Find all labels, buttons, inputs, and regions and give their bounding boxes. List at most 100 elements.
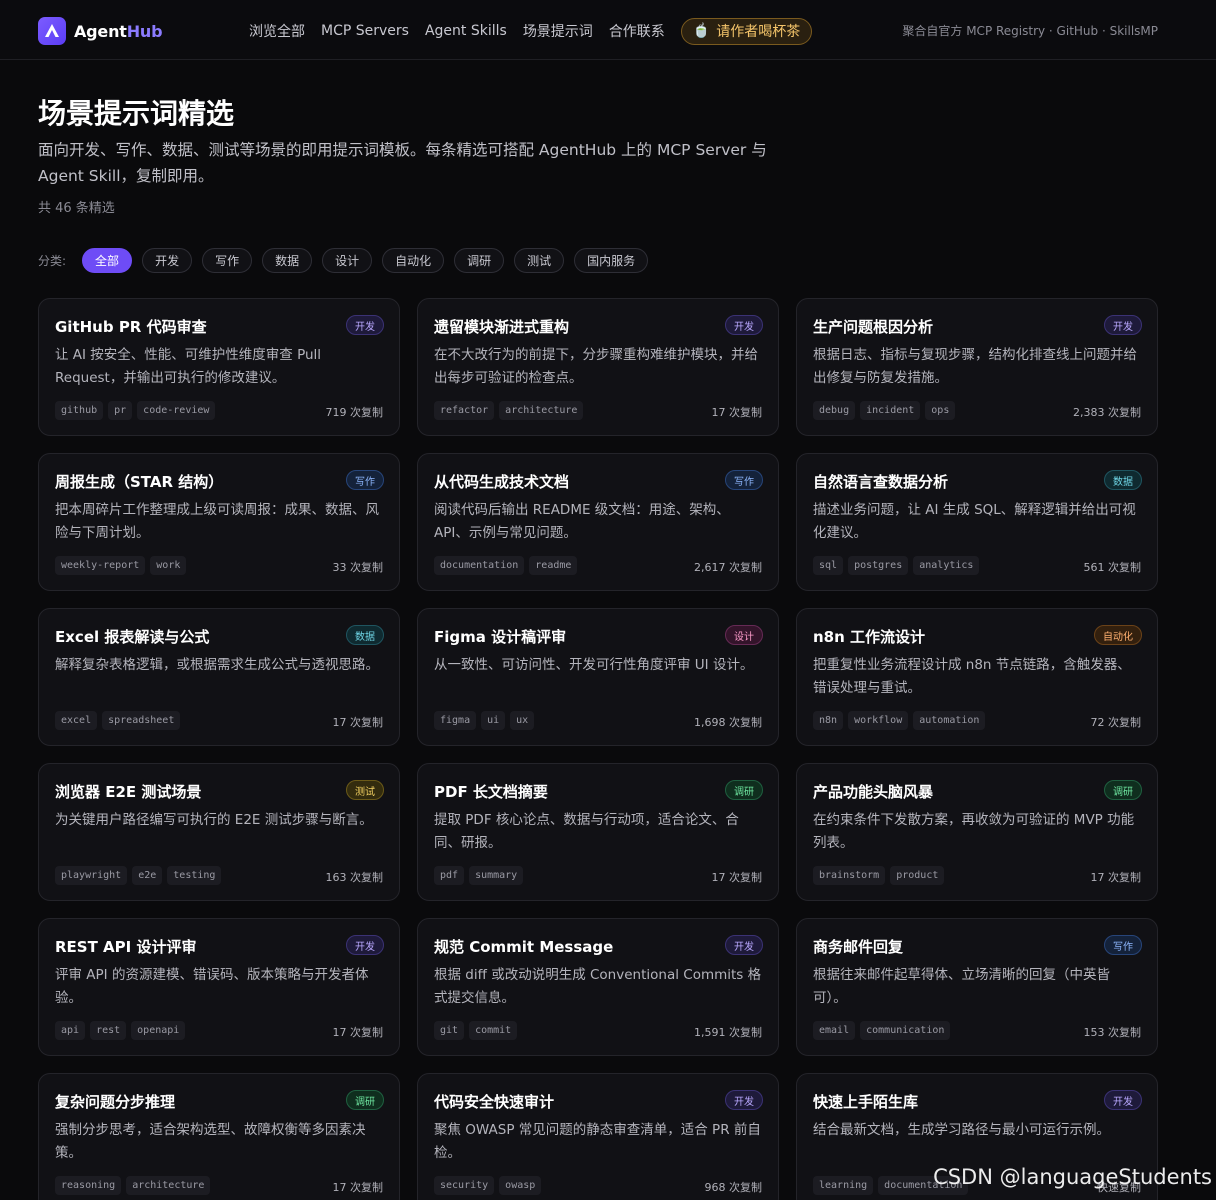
filter-chip[interactable]: 测试 [514, 248, 565, 273]
tag-list: email communication [813, 1021, 951, 1040]
prompt-card[interactable]: n8n 工作流设计 自动化 把重复性业务流程设计成 n8n 节点链路，含触发器、错误… [796, 608, 1158, 746]
tag[interactable]: workflow [848, 711, 909, 730]
tag[interactable]: commit [469, 1021, 518, 1040]
category-badge: 开发 [725, 315, 763, 335]
nav-mcp-servers[interactable]: MCP Servers [321, 23, 409, 39]
tag[interactable]: openapi [131, 1021, 186, 1040]
nav-scenario-prompts[interactable]: 场景提示词 [523, 21, 593, 41]
tag[interactable]: api [55, 1021, 86, 1040]
tag[interactable]: pdf [434, 866, 465, 885]
prompt-card[interactable]: GitHub PR 代码审查 开发让 AI 按安全、性能、可维护性维度审查 Pul… [38, 298, 400, 436]
prompt-card[interactable]: 规范 Commit Message 开发 根据 diff 或改动说明生成 Conve… [417, 918, 779, 1056]
tag[interactable]: ops [925, 401, 956, 420]
prompt-card[interactable]: 生产问题根因分析 开发 根据日志、指标与复现步骤，结构化排查线上问题并给出修复与防复… [796, 298, 1158, 436]
filter-chip[interactable]: 全部 [82, 248, 133, 273]
category-badge: 开发 [1104, 1090, 1142, 1110]
card-title: 自然语言查数据分析 [813, 473, 949, 491]
tag[interactable]: refactor [434, 401, 495, 420]
filter-chip[interactable]: 调研 [454, 248, 505, 273]
tag[interactable]: email [813, 1021, 856, 1040]
tag[interactable]: figma [434, 711, 477, 730]
tag[interactable]: excel [55, 711, 98, 730]
tag[interactable]: weekly-report [55, 556, 146, 575]
prompt-card[interactable]: 代码安全快速审计 开发 聚焦 OWASP 常见问题的静态审查清单，适合 PR 前自检… [417, 1073, 779, 1200]
prompt-card[interactable]: 复杂问题分步推理 调研 强制分步思考，适合架构选型、故障权衡等多因素决策。 reaso… [38, 1073, 400, 1200]
card-description: 解释复杂表格逻辑，或根据需求生成公式与透视思路。 [55, 657, 379, 673]
tag[interactable]: ui [481, 711, 506, 730]
card-title: 代码安全快速审计 [434, 1093, 555, 1111]
filter-chip[interactable]: 设计 [322, 248, 373, 273]
tag-list: debug incident ops [813, 401, 956, 420]
tag[interactable]: pr [108, 401, 133, 420]
card-description: 从一致性、可访问性、开发可行性角度评审 UI 设计。 [434, 657, 754, 673]
prompt-card[interactable]: 周报生成（STAR 结构） 写作 把本周碎片工作整理成上级可读周报：成果、数据、风险… [38, 453, 400, 591]
filter-chip[interactable]: 写作 [202, 248, 253, 273]
tag[interactable]: brainstorm [813, 866, 886, 885]
tag[interactable]: analytics [913, 556, 980, 575]
filter-chip[interactable]: 国内服务 [574, 248, 649, 273]
copy-count: 17 次复制 [332, 1181, 384, 1194]
prompt-card[interactable]: 遗留模块渐进式重构 开发 在不大改行为的前提下，分步骤重构难维护模块，并给出每步可验… [417, 298, 779, 436]
logo-text: AgentHub [74, 21, 163, 41]
tag[interactable]: automation [913, 711, 986, 730]
tag[interactable]: summary [469, 866, 524, 885]
tag[interactable]: documentation [434, 556, 525, 575]
tag-list: n8n workflow automation [813, 711, 986, 730]
tag[interactable]: architecture [499, 401, 584, 420]
tag[interactable]: testing [167, 866, 222, 885]
prompt-card[interactable]: 浏览器 E2E 测试场景 测试 为关键用户路径编写可执行的 E2E 测试步骤与断言。… [38, 763, 400, 901]
tag[interactable]: code-review [137, 401, 216, 420]
copy-count: 561 次复制 [1083, 561, 1142, 574]
tag[interactable]: product [890, 866, 945, 885]
prompt-card[interactable]: PDF 长文档摘要 调研 提取 PDF 核心论点、数据与行动项，适合论文、合同、研报… [417, 763, 779, 901]
tag-list: github pr code-review [55, 401, 216, 420]
copy-count: 1,591 次复制 [694, 1026, 762, 1039]
tag[interactable]: architecture [126, 1176, 211, 1195]
tag[interactable]: spreadsheet [102, 711, 181, 730]
tea-cup-icon: 🍵 [692, 23, 711, 39]
logo[interactable]: AgentHub [38, 17, 163, 45]
prompt-card[interactable]: Excel 报表解读与公式 数据 解释复杂表格逻辑，或根据需求生成公式与透视思路。 e… [38, 608, 400, 746]
tag[interactable]: e2e [132, 866, 163, 885]
prompt-grid: GitHub PR 代码审查 开发让 AI 按安全、性能、可维护性维度审查 Pul… [38, 298, 1158, 1200]
category-badge: 写作 [1104, 935, 1142, 955]
nav-agent-skills[interactable]: Agent Skills [425, 23, 507, 39]
category-badge: 数据 [346, 625, 384, 645]
prompt-card[interactable]: 商务邮件回复 写作 根据往来邮件起草得体、立场清晰的回复（中英皆可）。 email co… [796, 918, 1158, 1056]
tag[interactable]: communication [860, 1021, 951, 1040]
filter-chip[interactable]: 数据 [262, 248, 313, 273]
prompt-card[interactable]: 自然语言查数据分析 数据 描述业务问题，让 AI 生成 SQL、解释逻辑并给出可视化… [796, 453, 1158, 591]
tag[interactable]: reasoning [55, 1176, 122, 1195]
tag[interactable]: ux [510, 711, 535, 730]
prompt-card[interactable]: 产品功能头脑风暴 调研 在约束条件下发散方案，再收敛为可验证的 MVP 功能列表。 b… [796, 763, 1158, 901]
card-description: 提取 PDF 核心论点、数据与行动项，适合论文、合同、研报。 [434, 812, 739, 851]
prompt-card[interactable]: Figma 设计稿评审 设计 从一致性、可访问性、开发可行性角度评审 UI 设计。 f… [417, 608, 779, 746]
card-description: 根据往来邮件起草得体、立场清晰的回复（中英皆可）。 [813, 967, 1110, 1006]
tag[interactable]: playwright [55, 866, 128, 885]
prompt-card[interactable]: 从代码生成技术文档 写作 阅读代码后输出 README 级文档：用途、架构、API、… [417, 453, 779, 591]
card-title: 复杂问题分步推理 [55, 1093, 176, 1111]
copy-count: 33 次复制 [332, 561, 384, 574]
nav-contact[interactable]: 合作联系 [609, 21, 665, 41]
nav-browse-all[interactable]: 浏览全部 [249, 21, 305, 41]
tag[interactable]: readme [529, 556, 578, 575]
tag[interactable]: owasp [499, 1176, 542, 1195]
tag[interactable]: sql [813, 556, 844, 575]
tag-list: brainstorm product [813, 866, 945, 885]
tag[interactable]: debug [813, 401, 856, 420]
tag[interactable]: security [434, 1176, 495, 1195]
filter-chip[interactable]: 自动化 [382, 248, 445, 273]
tag[interactable]: git [434, 1021, 465, 1040]
prompt-card[interactable]: REST API 设计评审 开发 评审 API 的资源建模、错误码、版本策略与开发者… [38, 918, 400, 1056]
tag[interactable]: n8n [813, 711, 844, 730]
filter-chip[interactable]: 开发 [142, 248, 193, 273]
tag[interactable]: incident [860, 401, 921, 420]
sources-text: 聚合自官方 MCP Registry · GitHub · SkillsMP [902, 24, 1158, 38]
tag[interactable]: rest [90, 1021, 127, 1040]
tag[interactable]: learning [813, 1176, 874, 1195]
tea-button[interactable]: 🍵 请作者喝杯茶 [680, 17, 813, 45]
tag[interactable]: work [150, 556, 187, 575]
tag[interactable]: postgres [848, 556, 909, 575]
tag[interactable]: github [55, 401, 104, 420]
tag-list: security owasp [434, 1176, 542, 1195]
